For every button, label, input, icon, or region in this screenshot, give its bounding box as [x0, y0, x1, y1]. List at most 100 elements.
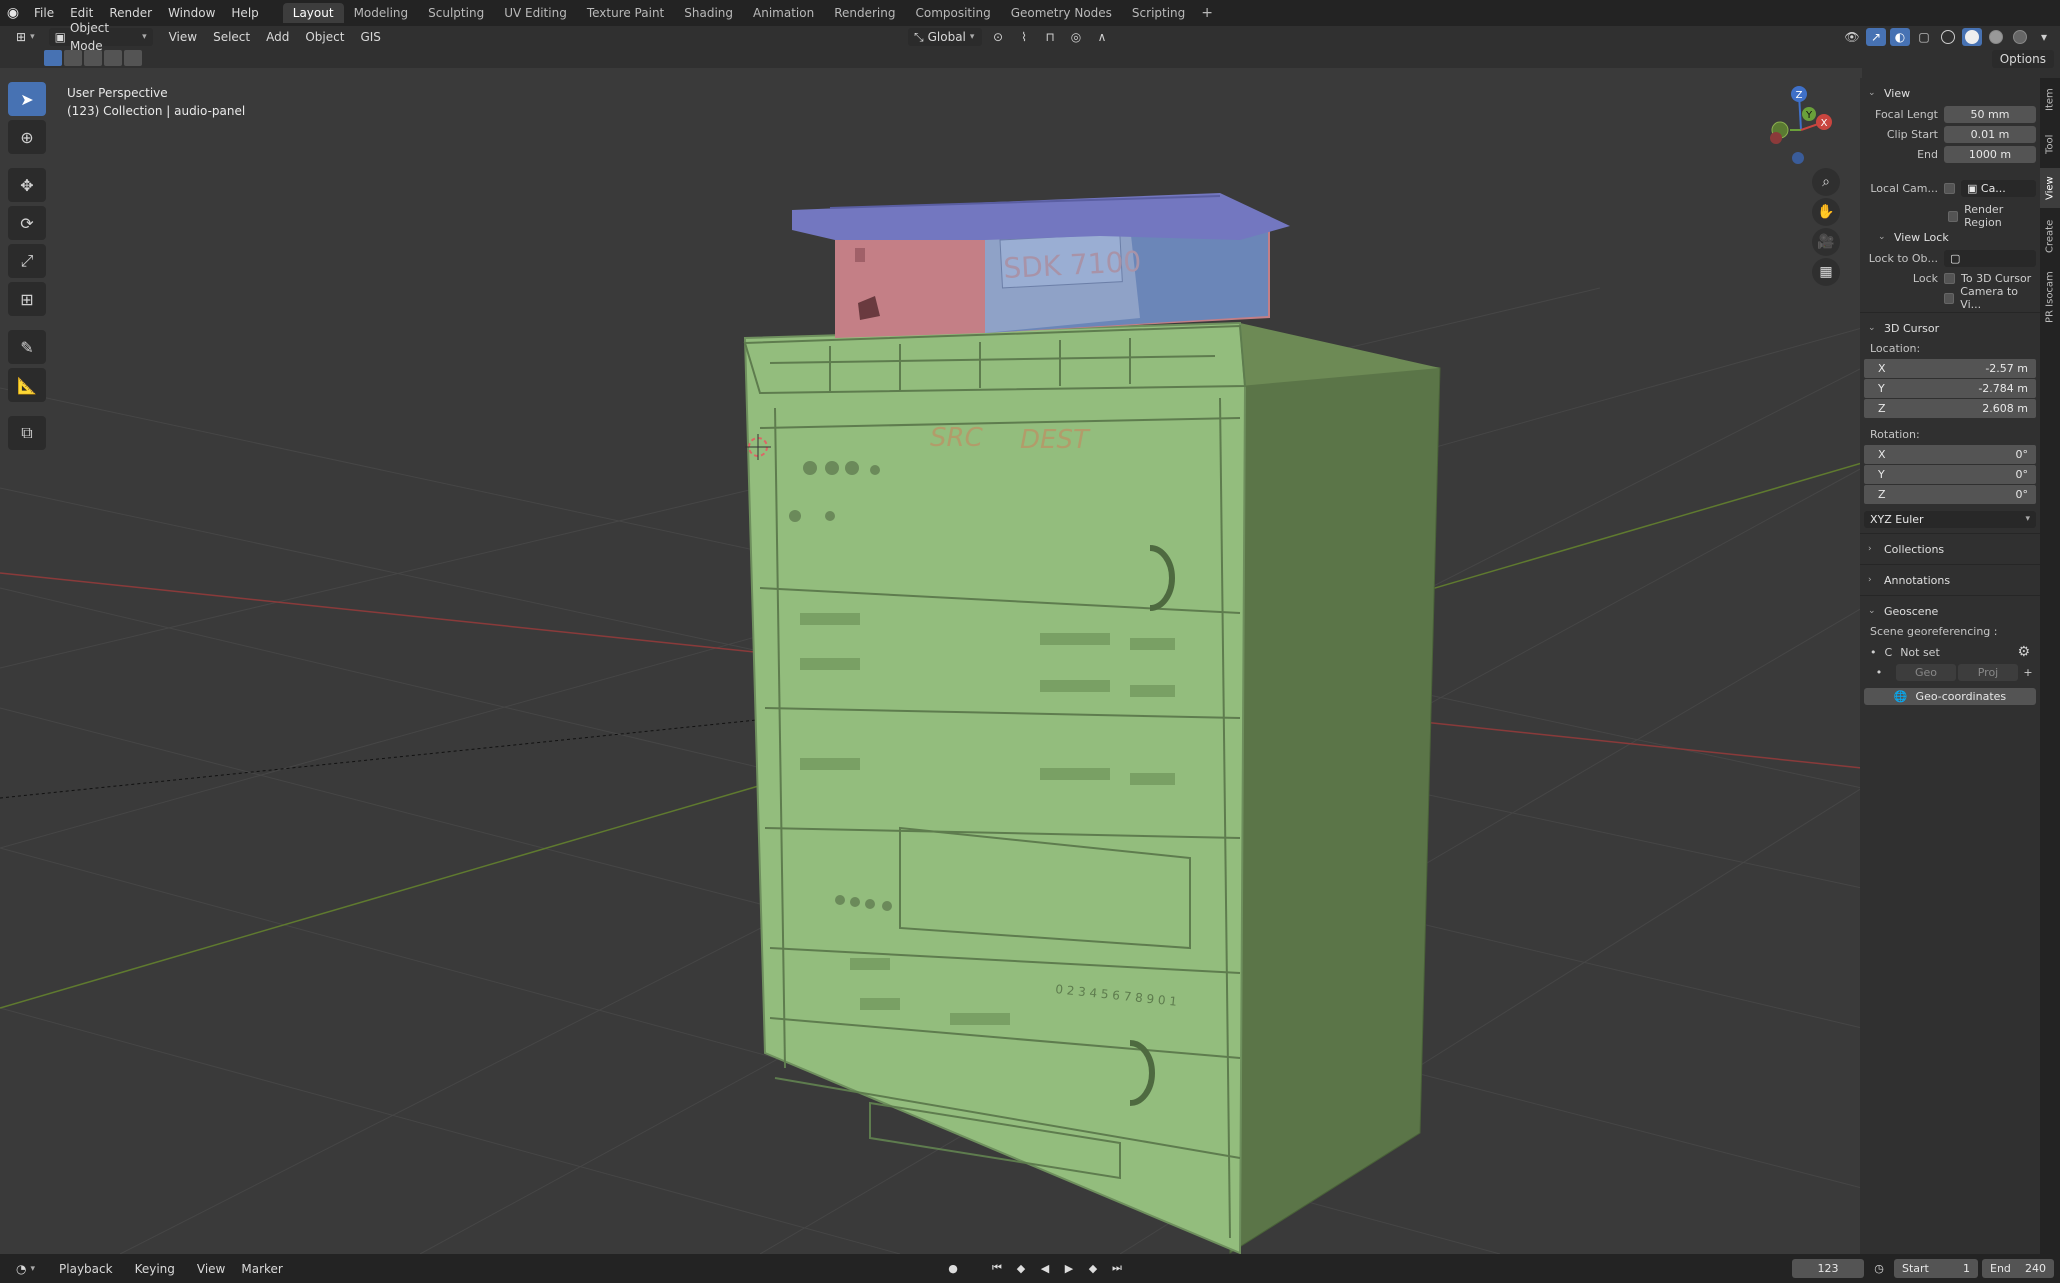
- blender-logo-icon[interactable]: ◉: [0, 0, 26, 26]
- header-menu-3[interactable]: Object: [297, 24, 352, 50]
- timeline-menu-3[interactable]: Marker: [233, 1256, 290, 1282]
- tab-tool[interactable]: Tool: [2040, 124, 2060, 164]
- scene-canvas[interactable]: SRC DEST 0 2 3 4 5 6 7 8 9 0 1 SDK 7100: [0, 68, 1862, 1254]
- jump-start-icon[interactable]: ⏮: [988, 1259, 1006, 1277]
- snap-icon[interactable]: ⌇: [1014, 28, 1034, 46]
- neg-x-handle[interactable]: [1770, 132, 1782, 144]
- header-menu-1[interactable]: Select: [205, 24, 258, 50]
- cursor-x-field[interactable]: X -2.57 m: [1864, 359, 2036, 378]
- workspace-tab-10[interactable]: Scripting: [1122, 3, 1195, 23]
- workspace-tab-8[interactable]: Compositing: [905, 3, 1000, 23]
- end-frame-field[interactable]: End 240: [1982, 1259, 2054, 1278]
- render-region-checkbox[interactable]: [1948, 210, 1959, 222]
- timeline-menu-0[interactable]: Playback: [51, 1256, 127, 1282]
- wireframe-shading-icon[interactable]: [1938, 28, 1958, 46]
- menu-item-0[interactable]: File: [26, 0, 62, 26]
- cursor-y-field[interactable]: Y -2.784 m: [1864, 379, 2036, 398]
- clip-start-field[interactable]: 0.01 m: [1944, 125, 2036, 143]
- camera-view-icon[interactable]: 🎥: [1812, 228, 1840, 256]
- top-devices[interactable]: SDK 7100: [792, 193, 1290, 338]
- current-frame-field[interactable]: 123: [1792, 1259, 1864, 1278]
- menu-item-3[interactable]: Window: [160, 0, 223, 26]
- workspace-tab-1[interactable]: Modeling: [344, 3, 419, 23]
- to-3d-cursor-checkbox[interactable]: [1944, 272, 1955, 284]
- next-keyframe-icon[interactable]: ◆: [1084, 1259, 1102, 1277]
- workspace-tab-9[interactable]: Geometry Nodes: [1001, 3, 1122, 23]
- start-frame-field[interactable]: Start 1: [1894, 1259, 1978, 1278]
- lock-to-object-field[interactable]: ▢: [1944, 249, 2036, 267]
- visibility-icon[interactable]: 👁: [1842, 28, 1862, 46]
- xray-icon[interactable]: ▢: [1914, 28, 1934, 46]
- view-section-header[interactable]: ⌄ View: [1860, 82, 2040, 104]
- select-extend-icon[interactable]: [64, 50, 82, 66]
- geo-button[interactable]: Geo: [1896, 663, 1956, 681]
- workspace-tab-3[interactable]: UV Editing: [494, 3, 577, 23]
- clip-end-field[interactable]: 1000 m: [1944, 145, 2036, 163]
- rendered-shading-icon[interactable]: [2010, 28, 2030, 46]
- falloff-icon[interactable]: ∧: [1092, 28, 1112, 46]
- workspace-tab-0[interactable]: Layout: [282, 3, 344, 23]
- prev-keyframe-icon[interactable]: ◆: [1012, 1259, 1030, 1277]
- view-lock-header[interactable]: ⌄ View Lock: [1860, 226, 2040, 248]
- pan-hand-icon[interactable]: ✋: [1812, 198, 1840, 226]
- workspace-tab-5[interactable]: Shading: [674, 3, 743, 23]
- timeline-menu-2[interactable]: View: [189, 1256, 233, 1282]
- gizmo-toggle-icon[interactable]: ↗: [1866, 28, 1886, 46]
- record-icon[interactable]: ●: [944, 1259, 962, 1277]
- add-cube-icon[interactable]: ⧉: [8, 416, 46, 450]
- 3d-cursor-header[interactable]: ⌄ 3D Cursor: [1860, 317, 2040, 339]
- rotation-y-field[interactable]: Y 0°: [1864, 465, 2036, 484]
- mode-dropdown[interactable]: ▣ Object Mode ▾: [48, 21, 153, 53]
- geoscene-header[interactable]: ⌄ Geoscene: [1860, 600, 2040, 622]
- ortho-grid-icon[interactable]: ▦: [1812, 258, 1840, 286]
- proportional-editing-icon[interactable]: ◎: [1066, 28, 1086, 46]
- cursor-icon[interactable]: ⊕: [8, 120, 46, 154]
- select-invert-icon[interactable]: [104, 50, 122, 66]
- workspace-tab-6[interactable]: Animation: [743, 3, 824, 23]
- overlay-toggle-icon[interactable]: ◐: [1890, 28, 1910, 46]
- 3d-viewport[interactable]: SRC DEST 0 2 3 4 5 6 7 8 9 0 1 SDK 7100: [0, 68, 1862, 1254]
- solid-shading-icon[interactable]: [1962, 28, 1982, 46]
- header-menu-2[interactable]: Add: [258, 24, 297, 50]
- workspace-tab-2[interactable]: Sculpting: [418, 3, 494, 23]
- add-workspace-button[interactable]: +: [1195, 5, 1219, 21]
- tab-item[interactable]: Item: [2040, 80, 2060, 120]
- rotation-x-field[interactable]: X 0°: [1864, 445, 2036, 464]
- radio-icon[interactable]: •: [1870, 646, 1877, 659]
- cursor-z-field[interactable]: Z 2.608 m: [1864, 399, 2036, 418]
- workspace-tab-7[interactable]: Rendering: [824, 3, 905, 23]
- tab-create[interactable]: Create: [2040, 212, 2060, 260]
- timeline-menu-1[interactable]: Keying: [127, 1256, 189, 1282]
- options-dropdown[interactable]: Options: [1991, 50, 2054, 68]
- rotation-z-field[interactable]: Z 0°: [1864, 485, 2036, 504]
- play-reverse-icon[interactable]: ◀: [1036, 1259, 1054, 1277]
- tab-view[interactable]: View: [2040, 168, 2060, 208]
- shading-options-icon[interactable]: ▾: [2034, 28, 2054, 46]
- select-box-icon[interactable]: ➤: [8, 82, 46, 116]
- header-menu-0[interactable]: View: [161, 24, 205, 50]
- local-camera-checkbox[interactable]: [1944, 182, 1955, 194]
- select-new-icon[interactable]: [44, 50, 62, 66]
- timeline-editor-type[interactable]: ◔ ▾: [10, 1260, 41, 1278]
- rotate-icon[interactable]: ⟳: [8, 206, 46, 240]
- local-camera-field[interactable]: ▣ Ca...: [1961, 179, 2036, 197]
- stopwatch-icon[interactable]: ◷: [1870, 1259, 1888, 1277]
- transform-orientation-dropdown[interactable]: ⤡ Global ▾: [908, 28, 982, 46]
- select-subtract-icon[interactable]: [84, 50, 102, 66]
- plus-icon[interactable]: +: [2020, 666, 2036, 679]
- annotations-header[interactable]: › Annotations: [1860, 569, 2040, 591]
- workspace-tab-4[interactable]: Texture Paint: [577, 3, 674, 23]
- collections-header[interactable]: › Collections: [1860, 538, 2040, 560]
- play-icon[interactable]: ▶: [1060, 1259, 1078, 1277]
- move-icon[interactable]: ✥: [8, 168, 46, 202]
- rotation-mode-dropdown[interactable]: XYZ Euler ▾: [1864, 510, 2036, 528]
- jump-end-icon[interactable]: ⏭: [1108, 1259, 1126, 1277]
- navigation-gizmo[interactable]: Z X Y: [1756, 82, 1846, 172]
- focal-length-field[interactable]: 50 mm: [1944, 105, 2036, 123]
- snap-target-icon[interactable]: ⊓: [1040, 28, 1060, 46]
- gear-icon[interactable]: ⚙: [2017, 644, 2030, 660]
- pivot-point-icon[interactable]: ⊙: [988, 28, 1008, 46]
- header-menu-4[interactable]: GIS: [352, 24, 388, 50]
- editor-type-button[interactable]: ⊞ ▾: [10, 28, 41, 46]
- scale-icon[interactable]: ⤢: [8, 244, 46, 278]
